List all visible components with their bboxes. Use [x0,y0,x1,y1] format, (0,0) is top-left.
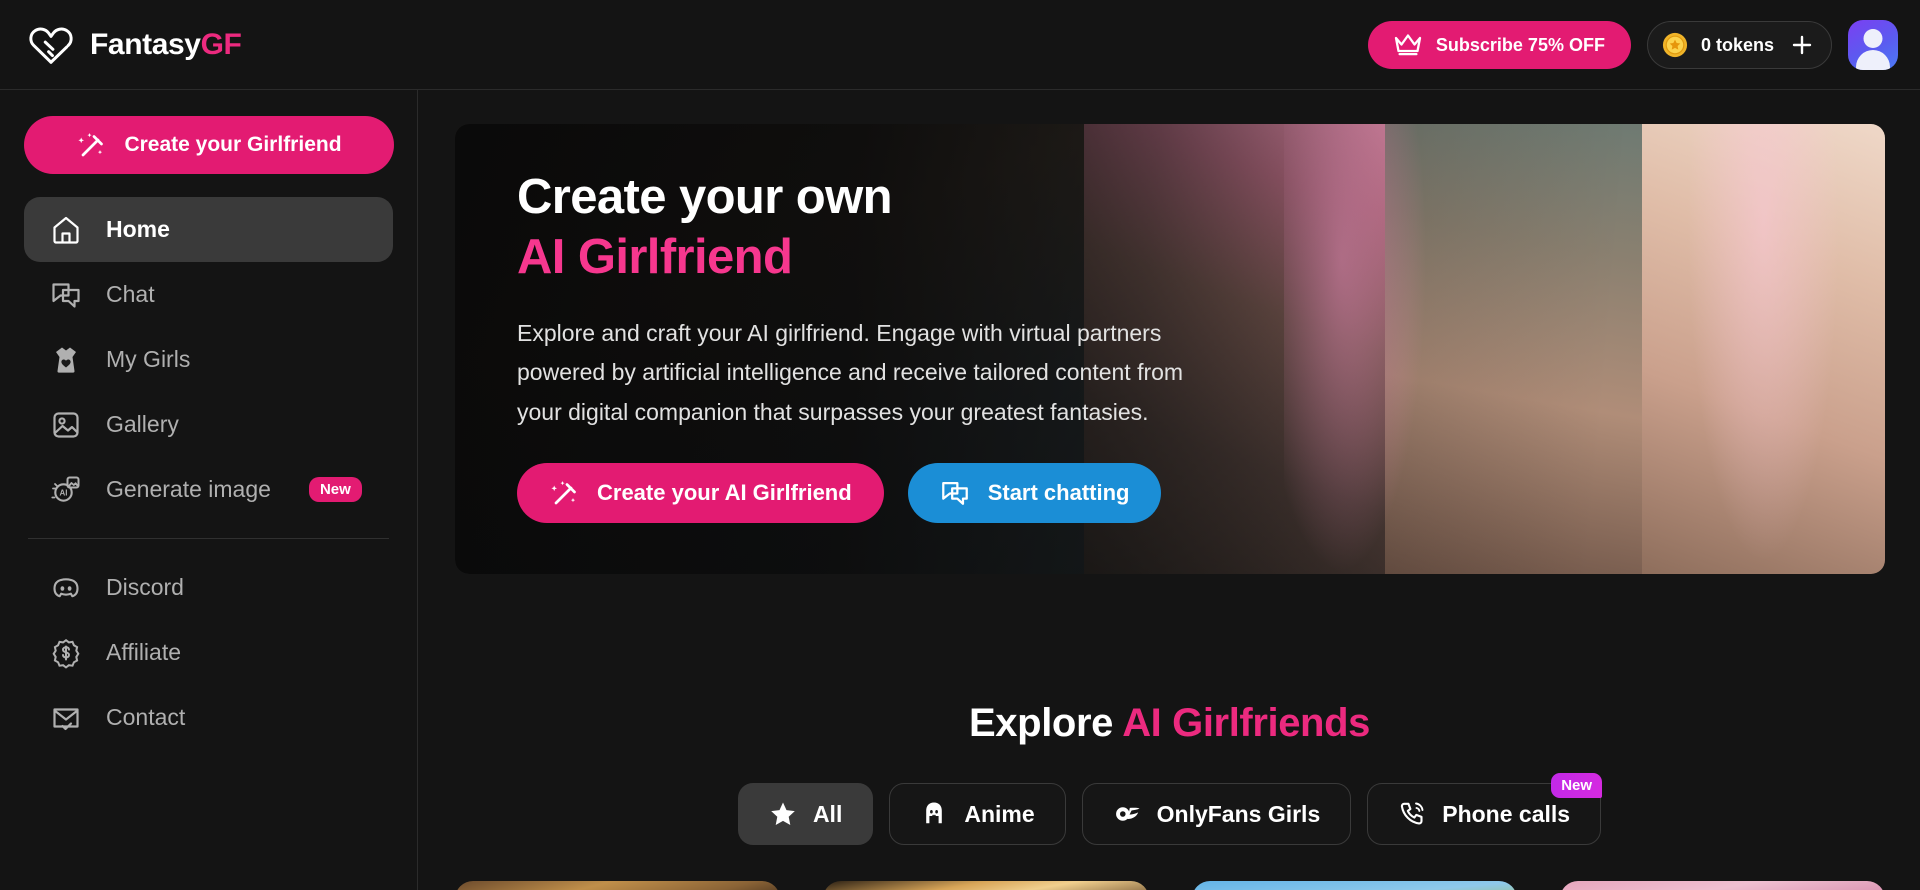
discord-icon [53,577,79,597]
dress-heart-icon [56,347,76,373]
card-image [1559,881,1885,890]
girlfriend-card[interactable] [1559,881,1885,890]
subscribe-button[interactable]: Subscribe 75% OFF [1367,21,1631,69]
hero-actions: Create your AI Girlfriend Start chatting [517,462,1217,523]
sidebar-divider [28,538,389,539]
girlfriend-card[interactable] [1191,881,1517,890]
sidebar-item-discord[interactable]: Discord [24,555,393,620]
sidebar-item-my-girls[interactable]: My Girls [24,327,393,392]
tab-phone-calls[interactable]: Phone calls New [1367,773,1603,845]
hero-content: Create your own AI Girlfriend Explore an… [517,168,1217,523]
tab-label: OnlyFans Girls [1156,800,1321,827]
sidebar-item-gallery[interactable]: Gallery [24,392,393,457]
girlfriend-card[interactable] [823,881,1149,890]
magic-wand-icon [551,480,576,505]
hero-title-line1: Create your own [517,170,893,224]
heart-logo-icon [29,27,73,64]
plus-icon[interactable] [1791,34,1813,56]
create-girlfriend-label: Create your Girlfriend [124,133,342,156]
hero-title: Create your own AI Girlfriend [517,168,1217,288]
sidebar-item-label: Gallery [106,411,179,437]
card-image [823,881,1149,890]
sidebar-item-home[interactable]: Home [24,197,393,262]
brand-name: FantasyGF [90,27,242,61]
explore-title-accent: AI Girlfriends [1122,701,1370,745]
tab-all[interactable]: All [737,783,874,845]
magic-wand-icon [78,133,104,157]
create-ai-girlfriend-label: Create your AI Girlfriend [597,479,852,505]
onlyfans-icon [1115,807,1140,821]
sidebar-item-label: Home [106,216,170,242]
hero-banner: Create your own AI Girlfriend Explore an… [455,124,1885,574]
header-actions: Subscribe 75% OFF 0 tokens [1367,0,1898,90]
sidebar: Create your Girlfriend Home Chat My Girl… [0,90,418,890]
brand[interactable]: FantasyGF [28,22,242,68]
card-image [1191,881,1517,890]
tab-label: Anime [964,800,1035,827]
hero-subtitle: Explore and craft your AI girlfriend. En… [517,319,1184,426]
mail-check-icon [53,707,79,730]
sidebar-item-label: Discord [106,574,184,600]
sidebar-item-label: Chat [106,281,155,307]
sidebar-item-label: Generate image [106,476,271,502]
card-image [455,881,781,890]
sidebar-item-affiliate[interactable]: Affiliate [24,620,393,685]
top-header: FantasyGF Subscribe 75% OFF 0 tokens [0,0,1920,90]
brand-name-primary: Fantasy [90,27,201,61]
tab-anime[interactable]: Anime [889,783,1066,845]
app-root: FantasyGF Subscribe 75% OFF 0 tokens Cre… [0,0,1920,890]
start-chatting-label: Start chatting [987,479,1130,505]
tokens-button[interactable]: 0 tokens [1646,21,1832,69]
explore-filter-tabs: All Anime OnlyFans Girls Phone calls New [419,773,1920,845]
anime-girl-icon [926,802,943,824]
tab-label: All [812,800,843,827]
svg-text:AI: AI [60,488,68,497]
crown-icon [1394,34,1422,56]
girlfriend-card[interactable] [455,881,781,890]
image-icon [53,411,79,438]
avatar-body [1856,50,1890,70]
hero-title-line2: AI Girlfriend [517,229,793,284]
subscribe-label: Subscribe 75% OFF [1435,34,1605,55]
girlfriend-card-grid [455,881,1885,890]
home-icon [53,216,79,244]
phone-ring-icon [1401,802,1424,825]
start-chatting-button[interactable]: Start chatting [907,462,1162,523]
tokens-label: 0 tokens [1700,34,1774,55]
avatar[interactable] [1848,20,1898,70]
create-ai-girlfriend-button[interactable]: Create your AI Girlfriend [517,462,884,523]
tab-new-badge: New [1551,773,1603,798]
sidebar-item-chat[interactable]: Chat [24,262,393,327]
ai-image-icon: AI [51,476,80,502]
tab-onlyfans-girls[interactable]: OnlyFans Girls [1081,783,1352,845]
main-content: Create your own AI Girlfriend Explore an… [419,91,1920,890]
dollar-badge-icon [52,638,80,669]
coin-star-icon [1662,32,1688,58]
sidebar-item-label: Contact [106,704,186,730]
sidebar-item-label: Affiliate [106,639,182,665]
star-icon [771,802,795,825]
sidebar-nav: Home Chat My Girls Gallery AI Generate i… [24,197,393,750]
sidebar-item-label: My Girls [106,346,191,372]
chat-bubbles-icon [52,282,80,308]
brand-name-accent: GF [200,27,242,61]
sidebar-item-generate-image[interactable]: AI Generate image New [24,457,393,522]
avatar-head [1863,29,1883,48]
create-girlfriend-button[interactable]: Create your Girlfriend [24,116,394,174]
explore-title-primary: Explore [969,701,1123,745]
chat-bubbles-icon [941,481,968,505]
explore-title: Explore AI Girlfriends [419,701,1920,746]
sidebar-item-contact[interactable]: Contact [24,685,393,750]
tab-label: Phone calls [1442,800,1571,827]
sidebar-new-badge: New [308,477,362,502]
